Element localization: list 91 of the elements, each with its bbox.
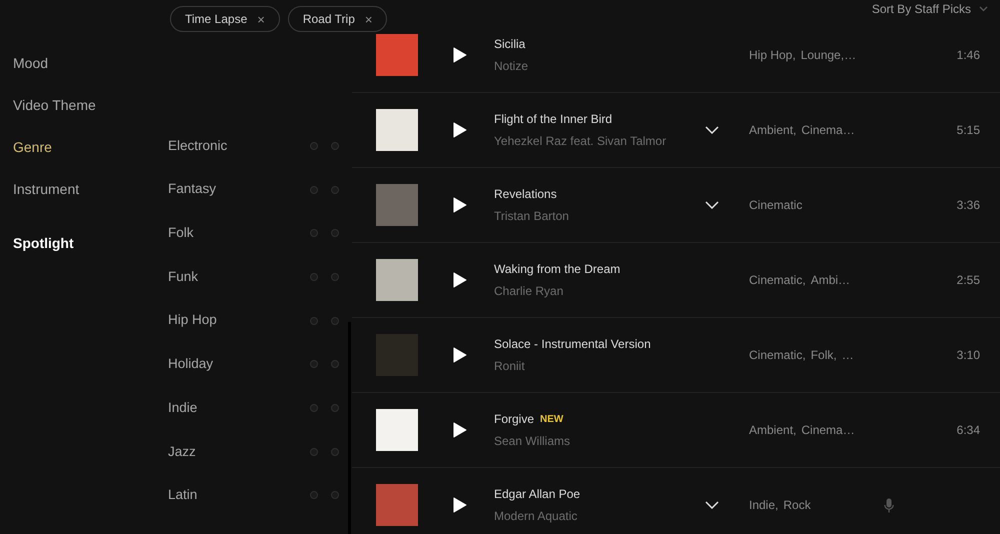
category-item[interactable]: Mood [13, 42, 160, 84]
genre-tag[interactable]: Cinema… [801, 121, 855, 139]
category-item[interactable]: Instrument [13, 168, 160, 210]
track-title: Solace - Instrumental Version [494, 336, 651, 353]
exclude-icon[interactable] [331, 186, 339, 194]
include-icon[interactable] [310, 186, 318, 194]
genre-option[interactable]: Electronic [168, 136, 228, 156]
genre-option[interactable]: Holiday [168, 354, 214, 374]
genre-tag[interactable]: Folk, [810, 346, 837, 364]
track-title: Forgive [494, 411, 534, 428]
genre-tag[interactable]: Rock [783, 496, 811, 514]
category-item[interactable]: Genre [13, 126, 160, 168]
track-duration: 3:10 [956, 348, 980, 362]
exclude-icon[interactable] [331, 404, 339, 412]
exclude-icon[interactable] [331, 360, 339, 368]
genre-option[interactable]: Fantasy [168, 179, 216, 200]
exclude-icon[interactable] [331, 272, 339, 281]
track-title: Sicilia [494, 36, 526, 53]
include-icon[interactable] [310, 316, 318, 325]
filter-label: Road Trip [302, 11, 355, 28]
sort-dropdown[interactable]: Sort By Staff Picks [872, 0, 988, 18]
genre-tag[interactable]: Hip Hop, [749, 46, 796, 64]
genre-tag[interactable]: Cinematic, [749, 346, 806, 364]
genre-tag[interactable]: Cinematic [749, 196, 802, 214]
chevron-icon [979, 6, 988, 12]
play-button[interactable] [452, 196, 468, 214]
genre-tag[interactable]: Indie, [749, 496, 778, 514]
category-item[interactable]: Spotlight [13, 222, 160, 264]
track-duration: 6:34 [956, 423, 980, 437]
genre-tag[interactable]: … [842, 346, 854, 364]
artist-name: Roniit [494, 358, 526, 375]
play-icon [453, 422, 467, 438]
microphone-icon [884, 498, 894, 512]
track-title: Waking from the Dream [494, 261, 620, 278]
track-title: Revelations [494, 186, 557, 203]
exclude-icon[interactable] [331, 229, 339, 238]
exclude-icon[interactable] [331, 448, 339, 456]
chevron-down-icon[interactable] [705, 501, 719, 509]
track-duration: 5:15 [956, 123, 980, 137]
genre-option[interactable]: Hip Hop [168, 310, 217, 331]
exclude-icon[interactable] [331, 316, 339, 325]
filter-label: Time Lapse [185, 11, 248, 28]
play-icon [453, 122, 467, 138]
exclude-icon[interactable] [331, 142, 339, 150]
genre-tag[interactable]: Cinema… [801, 421, 855, 439]
genre-tag[interactable]: Ambient, [749, 121, 796, 139]
genre-option[interactable]: Funk [168, 266, 198, 288]
genre-option[interactable]: Jazz [168, 442, 196, 462]
remove-filter-button[interactable]: × [364, 12, 372, 26]
genre-tag[interactable]: Lounge,… [800, 46, 856, 64]
artist-name: Charlie Ryan [494, 283, 564, 300]
play-icon [453, 497, 467, 513]
category-item[interactable]: Video Theme [13, 84, 160, 126]
artist-name: Modern Aquatic [494, 508, 578, 525]
genre-option[interactable]: Indie [168, 398, 198, 418]
play-icon [453, 47, 467, 63]
chevron-down-icon[interactable] [705, 126, 719, 134]
artist-name: Tristan Barton [494, 208, 570, 225]
play-icon [453, 347, 467, 363]
play-button[interactable] [452, 46, 468, 64]
track-duration: 2:55 [956, 273, 980, 287]
new-label: NEW [540, 412, 564, 426]
include-icon[interactable] [310, 491, 318, 500]
play-icon [453, 272, 467, 288]
track-title: Edgar Allan Poe [494, 486, 580, 503]
play-button[interactable] [452, 271, 468, 289]
include-icon[interactable] [310, 272, 318, 281]
exclude-icon[interactable] [331, 491, 339, 500]
genre-tag[interactable]: Cinematic, [749, 271, 806, 289]
play-button[interactable] [452, 121, 468, 139]
genre-tag[interactable]: Ambi… [810, 271, 850, 289]
include-icon[interactable] [310, 404, 318, 412]
artist-name: Yehezkel Raz feat. Sivan Talmor [494, 133, 668, 150]
play-button[interactable] [452, 496, 468, 514]
include-icon[interactable] [310, 229, 318, 238]
chevron-down-icon[interactable] [705, 201, 719, 209]
track-duration: 3:36 [956, 198, 980, 212]
remove-filter-button[interactable]: × [257, 12, 265, 26]
play-button[interactable] [452, 346, 468, 364]
genre-tag[interactable]: Ambient, [749, 421, 796, 439]
play-button[interactable] [452, 421, 468, 439]
track-duration: 1:46 [956, 48, 980, 62]
artist-name: Notize [494, 58, 530, 75]
genre-option[interactable]: Latin [168, 485, 198, 506]
include-icon[interactable] [310, 360, 318, 368]
artist-name: Sean Williams [494, 433, 572, 450]
play-icon [453, 197, 467, 213]
include-icon[interactable] [310, 448, 318, 456]
genre-option[interactable]: Folk [168, 223, 194, 244]
include-icon[interactable] [310, 142, 318, 150]
track-title: Flight of the Inner Bird [494, 111, 612, 128]
